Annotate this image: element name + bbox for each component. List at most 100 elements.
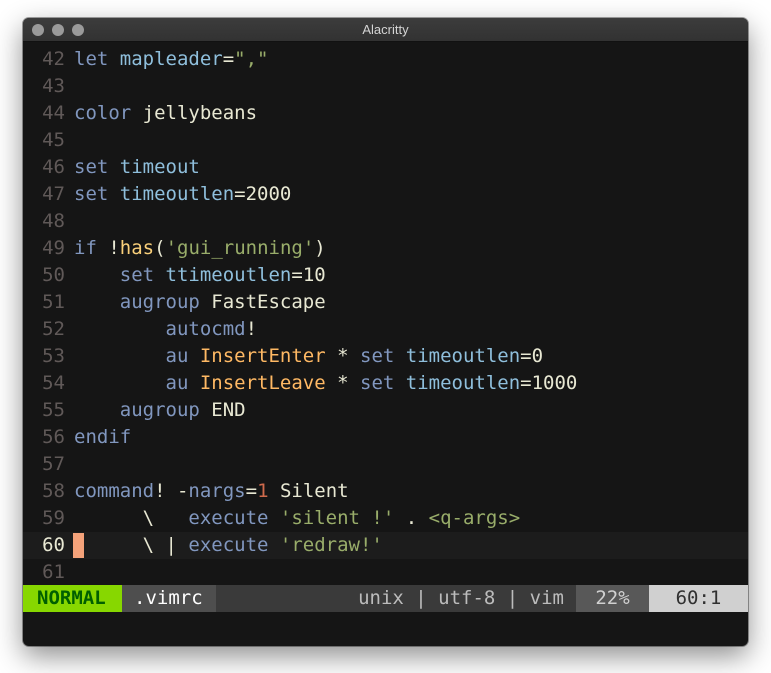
code-token: has xyxy=(119,237,155,259)
line-number: 59 xyxy=(42,507,65,529)
code-token: nargs xyxy=(188,480,246,502)
code-token: ! xyxy=(245,318,258,340)
line-number: 45 xyxy=(42,129,65,151)
code-token: 1 xyxy=(257,480,269,502)
code-token: <q-args> xyxy=(428,507,521,529)
code-token: =2000 xyxy=(234,183,292,205)
window-title: Alacritty xyxy=(362,22,409,37)
code-token: au xyxy=(165,345,200,367)
code-token: set xyxy=(74,183,120,205)
line-number: 42 xyxy=(42,48,65,70)
line-number: 57 xyxy=(42,453,65,475)
title-bar[interactable]: Alacritty xyxy=(23,18,748,42)
code-token: mapleader xyxy=(119,48,223,70)
code-token: execute xyxy=(188,534,280,556)
code-line[interactable]: 55 augroup END xyxy=(23,397,748,424)
code-line[interactable]: 52 autocmd! xyxy=(23,316,748,343)
line-number: 61 xyxy=(42,561,65,583)
scroll-percent: 22% xyxy=(576,585,649,612)
code-token: = xyxy=(245,480,258,502)
code-token: . xyxy=(394,507,429,529)
code-token: =0 xyxy=(520,345,544,367)
code-token: * xyxy=(325,372,361,394)
code-token: * xyxy=(325,345,361,367)
code-token: timeoutlen xyxy=(405,345,521,367)
line-number: 54 xyxy=(42,372,65,394)
code-token: \ | xyxy=(74,534,189,556)
code-line[interactable]: 42 let mapleader="," xyxy=(23,46,748,73)
line-number: 48 xyxy=(42,210,65,232)
vim-editor-buffer[interactable]: 42 let mapleader="," 43 44 color jellybeans 4… xyxy=(23,46,748,586)
code-line[interactable]: 46 set timeout xyxy=(23,154,748,181)
code-token: 'redraw!' xyxy=(279,534,383,556)
code-line[interactable]: 43 xyxy=(23,73,748,100)
line-number: 44 xyxy=(42,102,65,124)
code-line[interactable]: 50 set ttimeoutlen=10 xyxy=(23,262,748,289)
code-token: au xyxy=(165,372,200,394)
code-token: set xyxy=(360,372,406,394)
line-number: 52 xyxy=(42,318,65,340)
line-number: 55 xyxy=(42,399,65,421)
line-number: 46 xyxy=(42,156,65,178)
code-line[interactable]: 44 color jellybeans xyxy=(23,100,748,127)
code-line[interactable]: 45 xyxy=(23,127,748,154)
code-token: ( xyxy=(154,237,166,259)
code-token: =1000 xyxy=(520,372,578,394)
code-token: set xyxy=(360,345,406,367)
code-line[interactable]: 53 au InsertEnter * set timeoutlen=0 xyxy=(23,343,748,370)
code-token: execute xyxy=(188,507,280,529)
code-token: ! - xyxy=(154,480,189,502)
code-token: timeout xyxy=(119,156,200,178)
line-number: 49 xyxy=(42,237,65,259)
code-token: autocmd xyxy=(165,318,246,340)
code-line[interactable]: 49 if !has('gui_running') xyxy=(23,235,748,262)
code-line[interactable]: 61 xyxy=(23,559,748,586)
mode-indicator: NORMAL xyxy=(23,585,122,612)
vim-statusline: NORMAL .vimrc unix | utf-8 | vim 22% 60:… xyxy=(23,585,748,612)
line-number: 58 xyxy=(42,480,65,502)
cursor-position: 60:1 xyxy=(649,585,748,612)
line-number: 47 xyxy=(42,183,65,205)
code-token: let xyxy=(74,48,120,70)
code-line[interactable]: 54 au InsertLeave * set timeoutlen=1000 xyxy=(23,370,748,397)
code-token: augroup xyxy=(119,399,212,421)
code-token: END xyxy=(211,399,246,421)
code-token: augroup xyxy=(119,291,212,313)
code-token: jellybeans xyxy=(142,102,258,124)
code-token: 'silent !' xyxy=(279,507,395,529)
code-token: "," xyxy=(234,48,269,70)
code-token: set xyxy=(119,264,166,286)
file-info: unix | utf-8 | vim xyxy=(358,587,564,609)
code-token: ttimeoutlen xyxy=(165,264,292,286)
code-token: color xyxy=(74,102,143,124)
code-line[interactable]: 51 augroup FastEscape xyxy=(23,289,748,316)
code-token: InsertLeave xyxy=(199,372,326,394)
code-line[interactable]: 47 set timeoutlen=2000 xyxy=(23,181,748,208)
terminal-window: Alacritty 42 let mapleader = "," 43 44 color j… xyxy=(23,18,748,646)
code-line[interactable]: 58 command! -nargs=1 Silent xyxy=(23,478,748,505)
code-token: FastEscape xyxy=(211,291,326,313)
line-number: 60 xyxy=(42,534,65,556)
line-number: 50 xyxy=(42,264,65,286)
line-number: 53 xyxy=(42,345,65,367)
code-line[interactable]: 59 \ execute 'silent !' . <q-args> xyxy=(23,505,748,532)
current-code-line[interactable]: 60 \ | execute 'redraw!' xyxy=(23,532,748,559)
code-line[interactable]: 48 xyxy=(23,208,748,235)
code-line[interactable]: 57 xyxy=(23,451,748,478)
code-token: timeoutlen xyxy=(119,183,235,205)
filename-label: .vimrc xyxy=(122,585,216,612)
code-token: set xyxy=(74,156,120,178)
code-token: command xyxy=(74,480,155,502)
line-number: 51 xyxy=(42,291,65,313)
code-line[interactable]: 56 endif xyxy=(23,424,748,451)
code-token: InsertEnter xyxy=(199,345,326,367)
line-number: 43 xyxy=(42,75,65,97)
code-token: endif xyxy=(74,426,132,448)
code-token: ! xyxy=(108,237,120,259)
code-token: 'gui_running' xyxy=(165,237,315,259)
